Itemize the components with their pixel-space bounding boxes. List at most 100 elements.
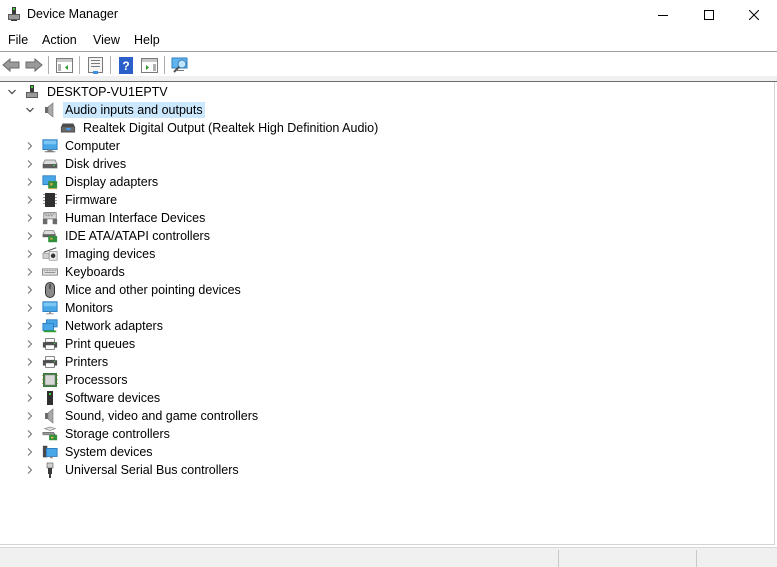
tree-category-node[interactable]: Print queues (24, 335, 137, 353)
chevron-right-icon[interactable] (24, 158, 36, 170)
forward-button[interactable] (24, 55, 44, 75)
toolbar-separator (48, 56, 49, 74)
tree-node-label: Network adapters (65, 319, 163, 333)
close-icon (749, 10, 759, 20)
tree-category-node[interactable]: Audio inputs and outputs (24, 101, 205, 119)
status-pane (696, 550, 776, 567)
menu-bar: File Action View Help (0, 30, 777, 52)
tree-category-node[interactable]: System devices (24, 443, 155, 461)
maximize-icon (704, 10, 714, 20)
mouse-icon (42, 282, 58, 298)
tree-root-node[interactable]: DESKTOP-VU1EPTV (6, 83, 170, 101)
action-pane-icon (140, 57, 158, 73)
tree-node-label: Sound, video and game controllers (65, 409, 259, 423)
processor-icon (42, 372, 58, 388)
toolbar-separator (79, 56, 80, 74)
menu-view[interactable]: View (92, 33, 121, 47)
monitor-icon (42, 300, 58, 316)
minimize-button[interactable] (640, 0, 686, 30)
tree-category-node[interactable]: Computer (24, 137, 122, 155)
chevron-right-icon[interactable] (24, 392, 36, 404)
chevron-down-icon[interactable] (6, 86, 18, 98)
chevron-right-icon[interactable] (24, 176, 36, 188)
chevron-right-icon[interactable] (24, 302, 36, 314)
chevron-right-icon[interactable] (24, 446, 36, 458)
tree-node-label: Computer (65, 139, 120, 153)
audio-device-icon (60, 120, 76, 136)
menu-file[interactable]: File (7, 33, 29, 47)
tree-node-label: DESKTOP-VU1EPTV (47, 85, 168, 99)
maximize-button[interactable] (686, 0, 732, 30)
title-bar: Device Manager (0, 0, 777, 30)
tree-category-node[interactable]: Imaging devices (24, 245, 157, 263)
chevron-right-icon[interactable] (24, 464, 36, 476)
tree-category-node[interactable]: Network adapters (24, 317, 165, 335)
toolbar: ? (0, 53, 777, 76)
status-bar (0, 547, 777, 567)
tree-node-label: Realtek Digital Output (Realtek High Def… (83, 121, 379, 135)
device-tree[interactable]: DESKTOP-VU1EPTV Audio inputs and outputs R… (0, 82, 775, 545)
tree-node-label: Universal Serial Bus controllers (65, 463, 239, 477)
close-button[interactable] (731, 0, 777, 30)
chevron-right-icon[interactable] (24, 356, 36, 368)
chevron-right-icon[interactable] (24, 338, 36, 350)
properties-button[interactable] (85, 55, 105, 75)
keyboard-icon (42, 264, 58, 280)
speaker-icon (42, 102, 58, 118)
tree-category-node[interactable]: Storage controllers (24, 425, 172, 443)
tree-node-label: Print queues (65, 337, 136, 351)
tree-category-node[interactable]: Mice and other pointing devices (24, 281, 243, 299)
chevron-right-icon[interactable] (24, 428, 36, 440)
chevron-right-icon[interactable] (24, 266, 36, 278)
tree-node-label: Monitors (65, 301, 113, 315)
tree-device-node[interactable]: Realtek Digital Output (Realtek High Def… (42, 119, 380, 137)
show-hide-console-tree-button[interactable] (54, 55, 74, 75)
tree-node-label: Mice and other pointing devices (65, 283, 241, 297)
tree-category-node[interactable]: IDE ATA/ATAPI controllers (24, 227, 212, 245)
show-hide-action-pane-button[interactable] (139, 55, 159, 75)
software-device-icon (42, 390, 58, 406)
chevron-right-icon[interactable] (24, 410, 36, 422)
scan-hardware-button[interactable] (170, 55, 190, 75)
help-icon: ? (119, 56, 133, 74)
tree-category-node[interactable]: Universal Serial Bus controllers (24, 461, 241, 479)
tree-category-node[interactable]: Monitors (24, 299, 115, 317)
tree-category-node[interactable]: Sound, video and game controllers (24, 407, 260, 425)
tree-category-node[interactable]: Disk drives (24, 155, 128, 173)
status-pane (558, 550, 658, 567)
svg-text:?: ? (122, 59, 129, 73)
chevron-right-icon[interactable] (24, 140, 36, 152)
menu-action[interactable]: Action (41, 33, 78, 47)
menu-help[interactable]: Help (133, 33, 161, 47)
hid-icon (42, 210, 58, 226)
chevron-right-icon[interactable] (24, 230, 36, 242)
forward-arrow-icon (25, 58, 43, 72)
chevron-right-icon[interactable] (24, 194, 36, 206)
printer-icon (42, 336, 58, 352)
computer-icon (42, 138, 58, 154)
tree-category-node[interactable]: Display adapters (24, 173, 160, 191)
help-button[interactable]: ? (116, 55, 136, 75)
chevron-right-icon[interactable] (24, 284, 36, 296)
tree-category-node[interactable]: Human Interface Devices (24, 209, 207, 227)
back-button[interactable] (1, 55, 21, 75)
chevron-right-icon[interactable] (24, 212, 36, 224)
console-tree-icon (55, 57, 73, 73)
toolbar-separator (164, 56, 165, 74)
tree-category-node[interactable]: Processors (24, 371, 130, 389)
tree-node-label: Printers (65, 355, 109, 369)
computer-tower-icon (24, 84, 40, 100)
display-adapter-icon (42, 174, 58, 190)
chevron-right-icon[interactable] (24, 374, 36, 386)
printer-icon (42, 354, 58, 370)
tree-category-node[interactable]: Printers (24, 353, 110, 371)
camera-icon (42, 246, 58, 262)
chevron-right-icon[interactable] (24, 320, 36, 332)
tree-category-node[interactable]: Firmware (24, 191, 119, 209)
chevron-down-icon[interactable] (24, 104, 36, 116)
chevron-right-icon[interactable] (24, 248, 36, 260)
tree-category-node[interactable]: Keyboards (24, 263, 127, 281)
device-manager-icon (7, 6, 21, 22)
tree-category-node[interactable]: Software devices (24, 389, 162, 407)
ide-controller-icon (42, 228, 58, 244)
